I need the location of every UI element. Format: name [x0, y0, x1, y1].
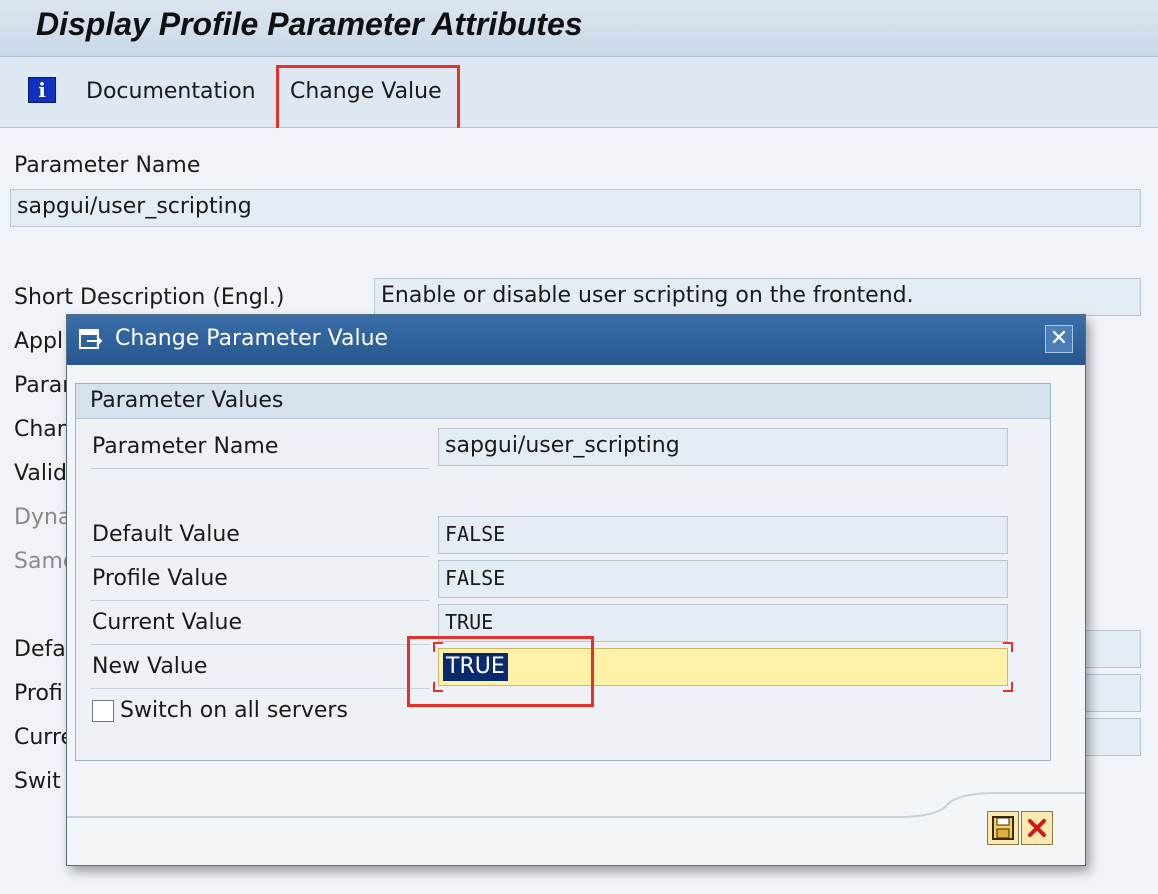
- save-icon[interactable]: [987, 811, 1019, 845]
- current-value-label: Current Value: [92, 610, 243, 635]
- dlg-parameter-name-label: Parameter Name: [92, 434, 279, 459]
- group-header: Parameter Values: [76, 384, 1050, 419]
- dlg-parameter-name-field: sapgui/user_scripting: [438, 428, 1008, 466]
- parameter-name-label: Parameter Name: [14, 153, 201, 178]
- focus-corner: [1003, 682, 1013, 692]
- change-value-highlight: [276, 65, 460, 131]
- cancel-icon[interactable]: [1021, 811, 1053, 845]
- new-value-label: New Value: [92, 654, 208, 679]
- default-value-label: Default Value: [92, 522, 240, 547]
- default-value-field: FALSE: [438, 516, 1008, 554]
- switch-all-servers-label: Switch on all servers: [120, 698, 348, 723]
- change-permission-label: Chan: [14, 417, 71, 442]
- cancel-icon-glyph: [1028, 819, 1046, 837]
- documentation-button[interactable]: Documentation: [86, 79, 256, 104]
- short-description-label: Short Description (Engl.): [14, 285, 285, 310]
- separator: [90, 688, 430, 689]
- save-icon-glyph: [992, 816, 1014, 840]
- change-parameter-dialog: Change Parameter Value ✕ Parameter Value…: [66, 314, 1086, 866]
- separator: [90, 556, 430, 557]
- profile-value-label: Profile Value: [92, 566, 228, 591]
- dynamic-label: Dyna: [14, 505, 72, 530]
- valid-label: Valid: [14, 461, 68, 486]
- separator: [90, 468, 430, 469]
- toolbar: i Documentation Change Value: [0, 57, 1158, 128]
- default-label: Defa: [14, 637, 66, 662]
- parameter-type-label: Parar: [14, 373, 72, 398]
- group-title: Parameter Values: [90, 388, 284, 413]
- focus-corner: [1003, 642, 1013, 652]
- parameter-name-field: sapgui/user_scripting: [10, 189, 1141, 227]
- switch-all-servers-checkbox[interactable]: [92, 700, 114, 722]
- separator: [90, 600, 430, 601]
- separator: [90, 644, 430, 645]
- dialog-title-bar[interactable]: Change Parameter Value ✕: [67, 315, 1085, 365]
- info-icon[interactable]: i: [28, 77, 56, 103]
- new-value-highlight: [407, 636, 594, 707]
- short-description-field: Enable or disable user scripting on the …: [374, 278, 1141, 316]
- page-title: Display Profile Parameter Attributes: [36, 6, 583, 42]
- footer-divider: [67, 792, 1085, 818]
- change-dialog-icon: [79, 329, 103, 349]
- switch-label: Swit: [14, 769, 61, 794]
- dialog-title: Change Parameter Value: [115, 326, 389, 351]
- profile-value-field: FALSE: [438, 560, 1008, 598]
- profile-label: Profi: [14, 681, 63, 706]
- applicable-label: Appl: [14, 329, 64, 354]
- title-bar: Display Profile Parameter Attributes: [0, 0, 1158, 57]
- close-icon[interactable]: ✕: [1045, 325, 1073, 353]
